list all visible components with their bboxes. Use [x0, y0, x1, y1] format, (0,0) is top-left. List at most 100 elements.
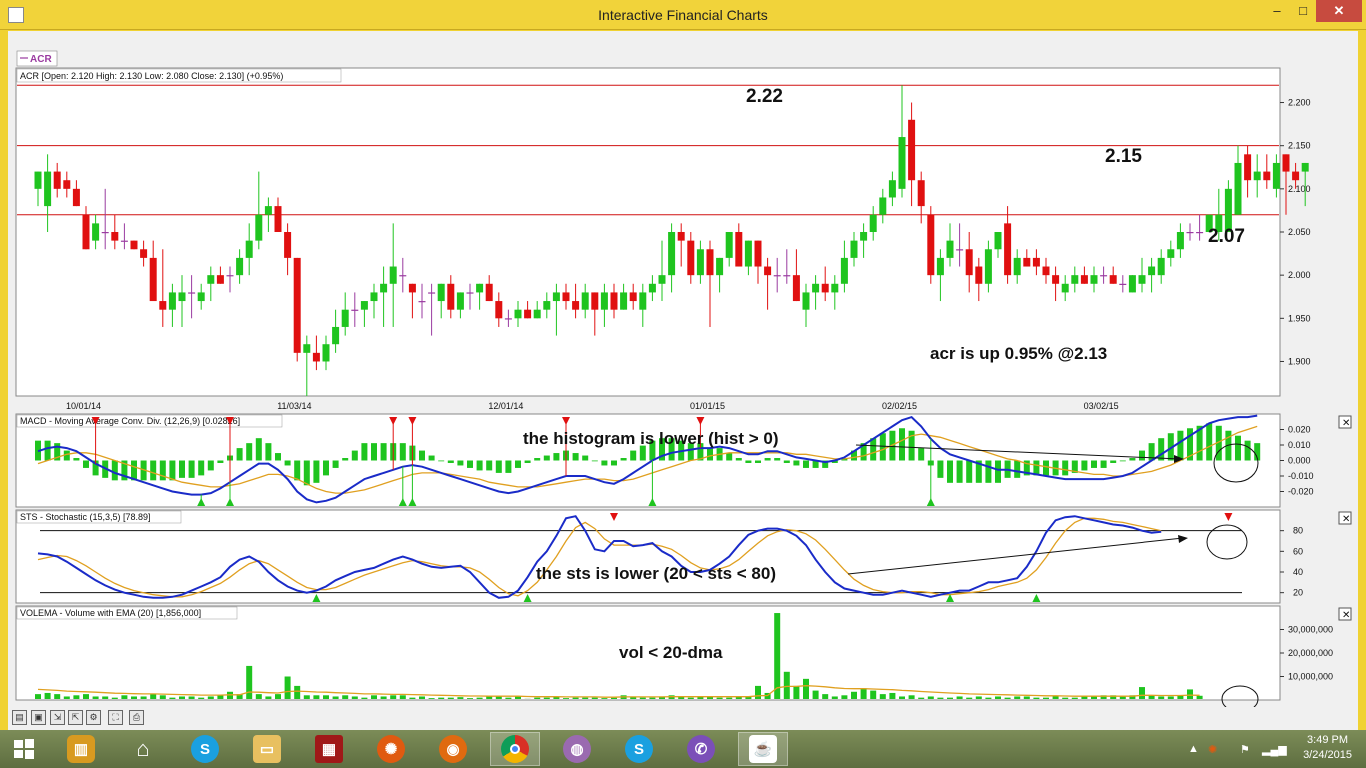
- candle-body: [130, 240, 138, 250]
- candle-body: [591, 292, 599, 310]
- volume-bar: [851, 691, 857, 699]
- macd-histogram-bar: [371, 443, 377, 461]
- volume-bar: [1043, 697, 1049, 699]
- macd-histogram-bar: [803, 460, 809, 468]
- macd-ytick-label: -0.020: [1288, 487, 1314, 497]
- macd-histogram-bar: [1100, 460, 1107, 468]
- volume-bar: [428, 698, 435, 699]
- legend-tag[interactable]: ACR: [30, 54, 52, 65]
- volume-bar: [966, 697, 973, 699]
- annotation-support: 2.07: [1208, 226, 1245, 247]
- volume-bar: [812, 690, 819, 699]
- open-icon[interactable]: ▤: [12, 710, 27, 725]
- price-ytick-label: 2.050: [1288, 227, 1311, 237]
- candle-body: [706, 249, 714, 276]
- macd-histogram-bar: [572, 453, 579, 461]
- charts-canvas: ACR ACR [Open: 2.120 High: 2.130 Low: 2.…: [15, 50, 1352, 707]
- candle-body: [581, 292, 589, 310]
- print-icon[interactable]: ⎙: [129, 710, 144, 725]
- price-panel: ACR [Open: 2.120 High: 2.130 Low: 2.080 …: [15, 67, 1311, 411]
- volume-bar: [611, 697, 617, 699]
- macd-histogram-bar: [1119, 460, 1126, 462]
- settings-icon[interactable]: ⚙: [86, 710, 101, 725]
- volume-bar: [467, 698, 473, 699]
- volume-bar: [534, 697, 541, 699]
- tray-app-icon[interactable]: ✺: [1208, 743, 1217, 756]
- taskbar-app-explorer[interactable]: ▭: [242, 732, 292, 766]
- volume-bar: [207, 696, 214, 699]
- close-window-button[interactable]: ✕: [1316, 0, 1362, 22]
- macd-histogram-bar: [582, 455, 589, 461]
- network-flag-icon[interactable]: ⚑: [1240, 743, 1250, 756]
- home-icon: ⌂: [136, 736, 150, 761]
- volume-bar: [265, 696, 272, 699]
- volume-bar: [63, 696, 70, 699]
- maximize-button[interactable]: □: [1288, 0, 1318, 22]
- macd-histogram-bar: [956, 460, 963, 483]
- taskbar-app-notes[interactable]: ▥: [56, 732, 106, 766]
- candle-body: [1119, 283, 1127, 285]
- volume-bar: [975, 696, 982, 699]
- taskbar-app-chrome[interactable]: [490, 732, 540, 766]
- taskbar-app-firefox[interactable]: ◉: [428, 732, 478, 766]
- macd-histogram-bar: [361, 443, 368, 461]
- taskbar-app-grid[interactable]: ▦: [304, 732, 354, 766]
- macd-histogram-bar: [620, 458, 627, 461]
- candle-body: [898, 137, 906, 189]
- macd-histogram-bar: [774, 458, 781, 461]
- export-icon[interactable]: ⇲: [50, 710, 65, 725]
- import-icon[interactable]: ⇱: [68, 710, 83, 725]
- macd-histogram-bar: [217, 460, 224, 463]
- firefox-icon: ◉: [439, 735, 467, 763]
- macd-histogram-bar: [457, 460, 464, 466]
- candle-body: [1109, 275, 1117, 284]
- close-icon[interactable]: ✕: [1342, 610, 1350, 621]
- macd-histogram-bar: [899, 428, 905, 461]
- vol-ytick-label: 30,000,000: [1288, 625, 1333, 635]
- candle-body: [860, 232, 868, 241]
- save-icon[interactable]: ▣: [31, 710, 46, 725]
- taskbar-app-java[interactable]: ☕: [738, 732, 788, 766]
- volume-bar: [918, 697, 925, 699]
- macd-histogram-bar: [255, 438, 262, 461]
- show-hidden-icons[interactable]: ▲: [1188, 743, 1199, 755]
- volume-bar: [476, 697, 483, 699]
- candle-body: [226, 275, 234, 277]
- taskbar-app-home[interactable]: ⌂: [118, 732, 168, 766]
- candle-body: [514, 309, 522, 319]
- candle-body: [303, 344, 311, 353]
- candle-body: [869, 214, 877, 232]
- taskbar-app-viber[interactable]: ✆: [676, 732, 726, 766]
- volume-bar: [1091, 696, 1097, 699]
- zoom-fit-icon[interactable]: ⛶: [108, 710, 123, 725]
- notes-icon: ▥: [67, 735, 95, 763]
- volume-bar: [399, 695, 406, 699]
- taskbar-app-skype-2[interactable]: S: [614, 732, 664, 766]
- candle-body: [610, 292, 618, 310]
- candle-body: [1004, 223, 1012, 276]
- taskbar-app-messenger[interactable]: ◍: [552, 732, 602, 766]
- macd-ytick-label: 0.020: [1288, 425, 1311, 435]
- taskbar-app-skype[interactable]: S: [180, 732, 230, 766]
- volume-bar: [121, 695, 128, 699]
- close-icon[interactable]: ✕: [1342, 514, 1350, 525]
- macd-panel: MACD - Moving Average Conv. Div. (12,26,…: [15, 413, 1352, 508]
- macd-histogram-bar: [323, 460, 329, 476]
- macd-histogram-bar: [342, 458, 349, 461]
- macd-histogram-bar: [1110, 460, 1117, 463]
- annotation-high: 2.22: [746, 86, 783, 107]
- candle-body: [322, 344, 330, 362]
- candle-body: [687, 240, 695, 276]
- volume-bar: [284, 676, 291, 699]
- macd-histogram-bar: [476, 460, 483, 471]
- volume-bar: [860, 688, 867, 699]
- clock[interactable]: 3:49 PM 3/24/2015: [1303, 733, 1352, 763]
- signal-icon[interactable]: ▂▄▆: [1262, 743, 1287, 756]
- chart-toolbar: ▤ ▣ ⇲ ⇱ ⚙ ⛶ ⎙: [8, 707, 1358, 729]
- candle-body: [485, 283, 493, 302]
- start-button[interactable]: [2, 732, 46, 766]
- candle-body: [648, 283, 656, 293]
- macd-histogram-bar: [707, 448, 713, 461]
- close-icon[interactable]: ✕: [1342, 418, 1350, 429]
- taskbar-app-sun[interactable]: ✺: [366, 732, 416, 766]
